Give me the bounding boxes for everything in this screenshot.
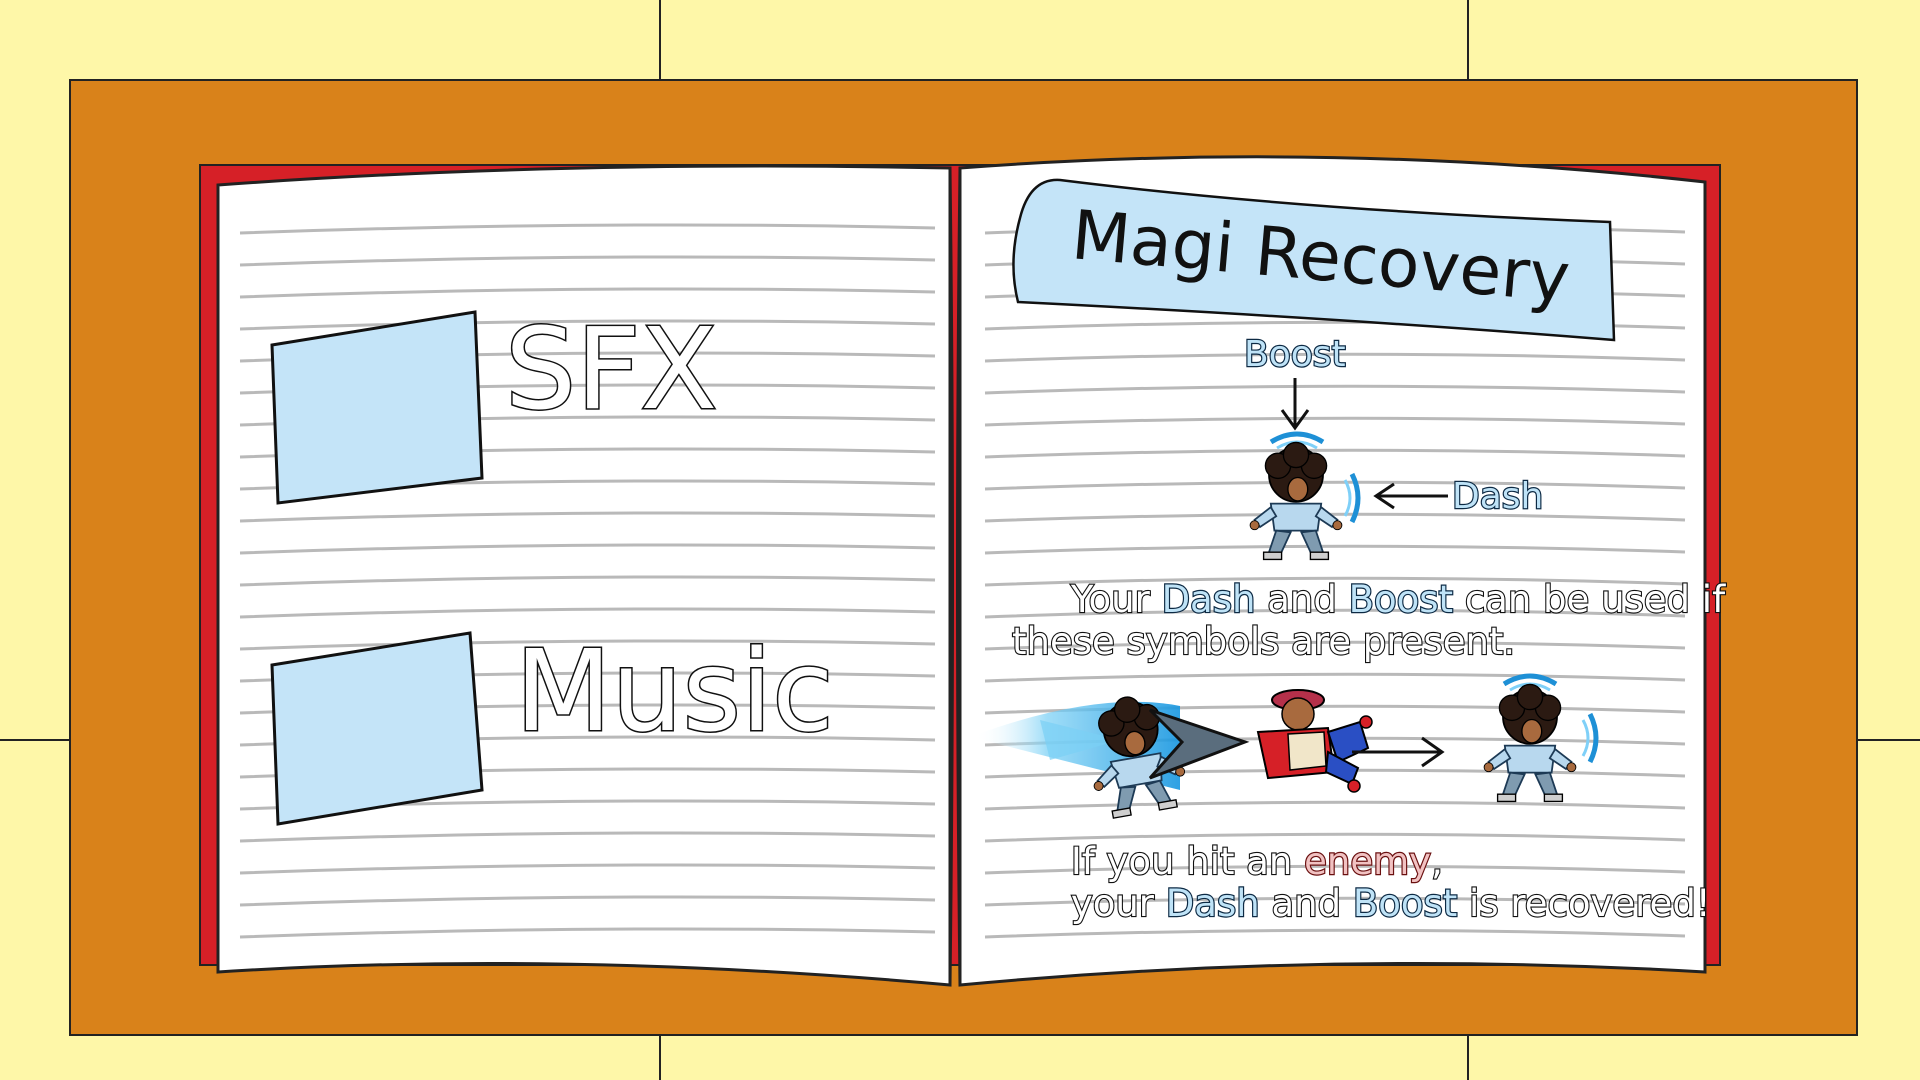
instruction-line-4: your Dash and Boost is recovered! [1012, 882, 1746, 925]
music-label[interactable]: Music [514, 626, 836, 759]
game-scene: SFX Music Magi Recovery Boost Dash Your … [0, 0, 1920, 1080]
music-checkbox[interactable] [270, 631, 484, 826]
sfx-label[interactable]: SFX [504, 304, 719, 437]
instruction-line-3: If you hit an enemy, [1012, 840, 1478, 883]
boost-label: Boost [1244, 334, 1346, 375]
instruction-line-2: these symbols are present. [1012, 620, 1515, 663]
dash-label: Dash [1452, 476, 1543, 517]
sfx-checkbox[interactable] [270, 310, 484, 505]
instruction-line-1: Your Dash and Boost can be used if [1012, 578, 1760, 621]
left-page [216, 164, 952, 987]
